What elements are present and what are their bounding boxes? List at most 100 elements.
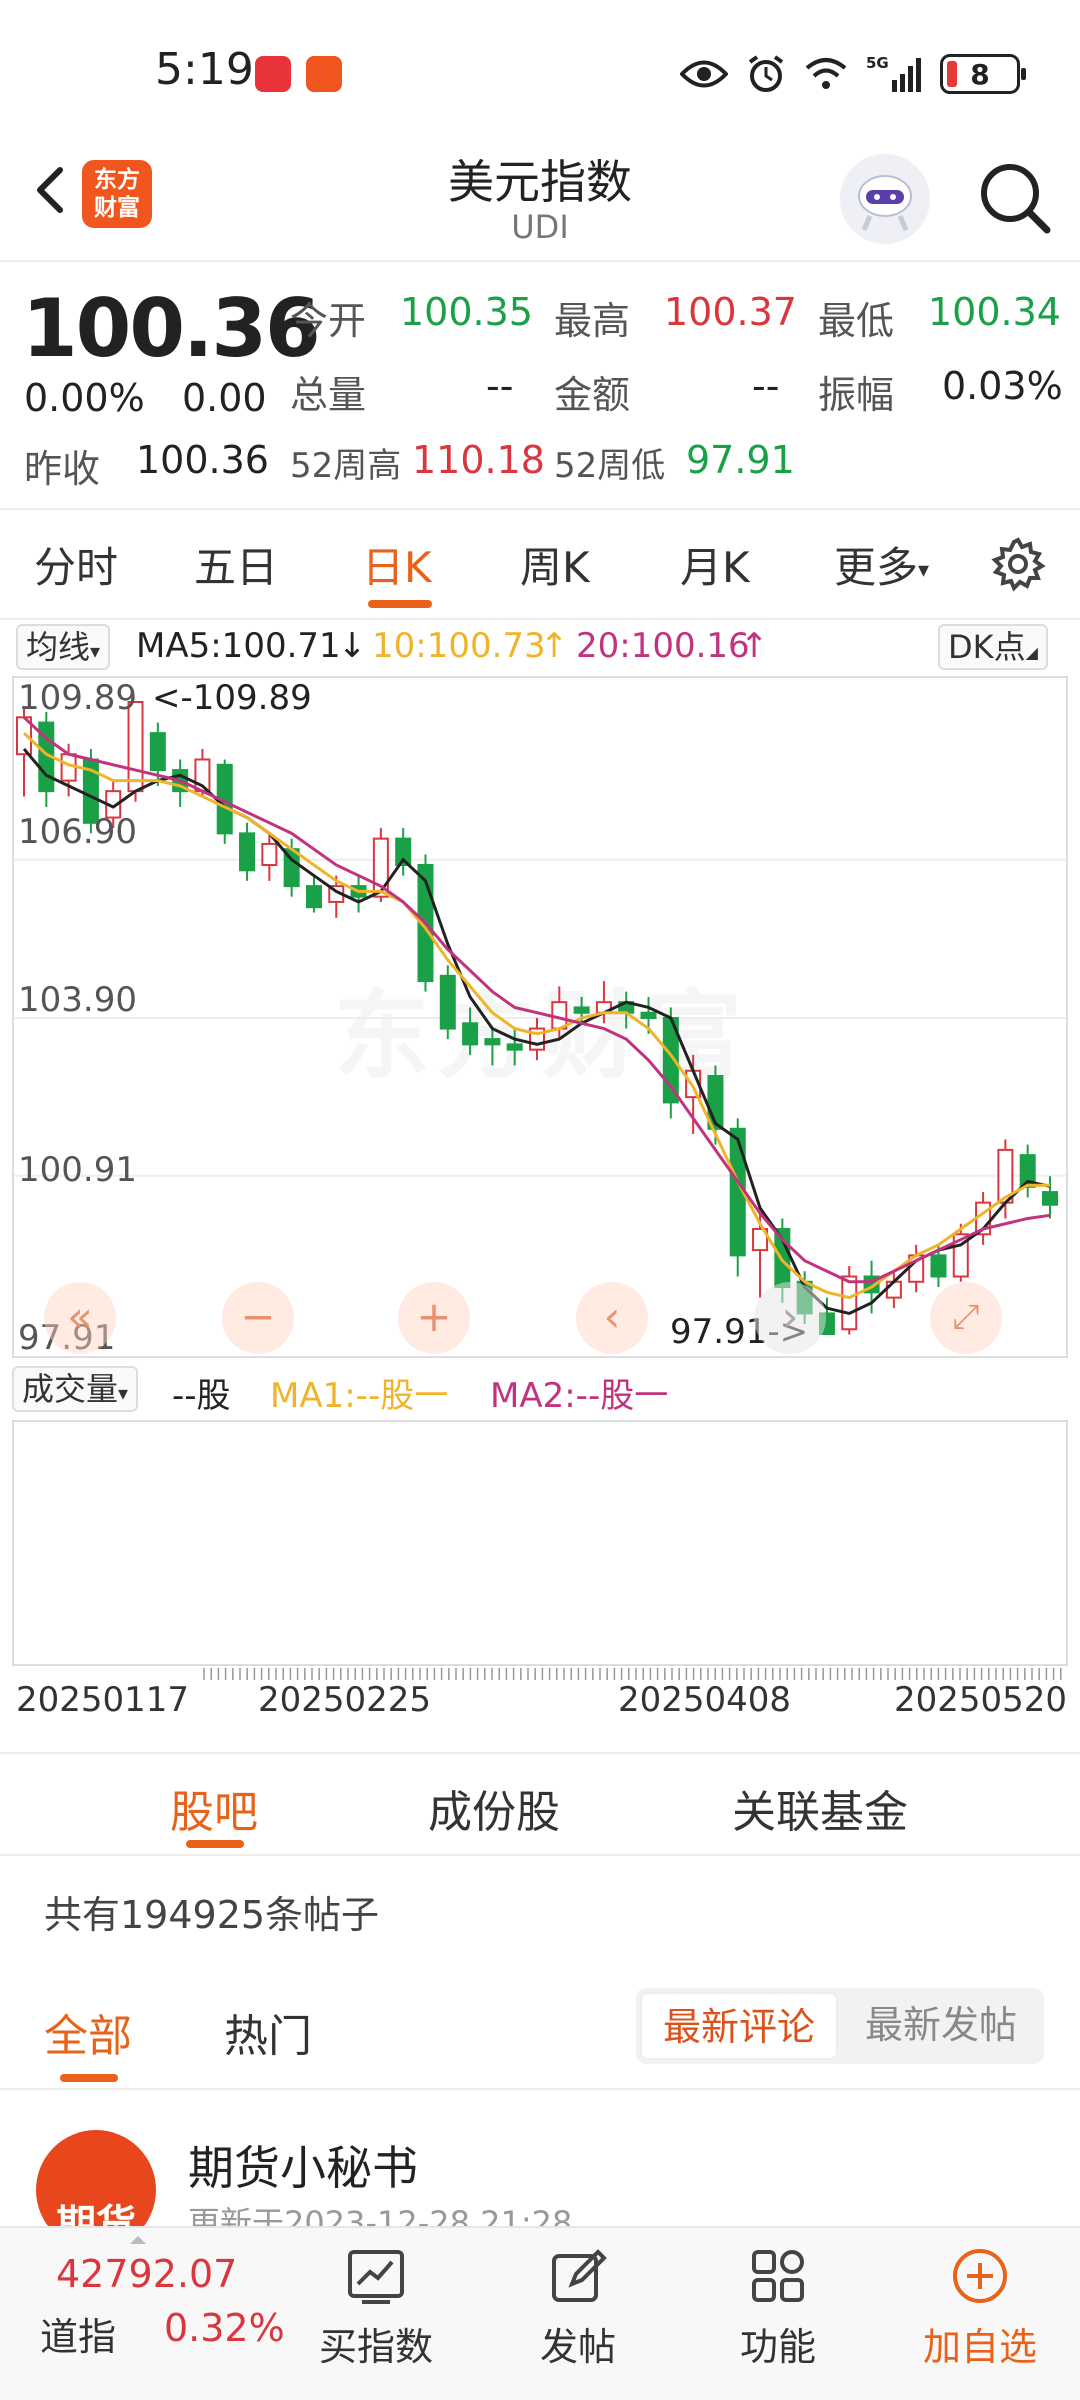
- candle-body: [439, 974, 456, 1030]
- y-tick-label: 103.90: [18, 980, 137, 1020]
- candle-body: [506, 1043, 523, 1051]
- huawei-app-icon: [255, 56, 291, 92]
- scroll-left-button[interactable]: ‹: [576, 1282, 648, 1354]
- signal-5g-icon: 5G: [866, 54, 921, 92]
- sort-toggle: 最新评论 最新发帖: [636, 1988, 1044, 2064]
- battery-icon: 8: [940, 54, 1026, 94]
- dow-jones-ticker[interactable]: 42792.07 道指 0.32%: [0, 2228, 290, 2398]
- zoom-out-button[interactable]: −: [222, 1282, 294, 1354]
- volume-value: --: [486, 364, 514, 408]
- amplitude-value: 0.03%: [942, 364, 1063, 408]
- tab-intraday[interactable]: 分时: [34, 534, 118, 595]
- change-pct: 0.00%: [24, 376, 145, 420]
- y-tick-label: 106.90: [18, 812, 137, 852]
- w52-high-label: 52周高: [290, 446, 402, 486]
- post-author[interactable]: 期货小秘书: [188, 2132, 418, 2198]
- filter-hot[interactable]: 热门: [224, 2000, 312, 2064]
- filter-active-indicator: [60, 2074, 118, 2082]
- candlestick: [439, 965, 456, 1040]
- candlestick: [38, 712, 55, 807]
- nav-add-watchlist[interactable]: 加自选: [910, 2238, 1050, 2378]
- nav-label: 加自选: [922, 2325, 1037, 2369]
- gear-icon[interactable]: [990, 536, 1046, 592]
- dk-point-selector[interactable]: DK点◢: [938, 624, 1048, 670]
- candle-body: [484, 1038, 501, 1046]
- trend-chart-icon: [348, 2250, 404, 2304]
- search-icon[interactable]: [975, 158, 1055, 238]
- section-tabs: 股吧 成份股 关联基金: [0, 1754, 1080, 1856]
- w52-low-value: 97.91: [686, 438, 795, 482]
- alarm-icon: [748, 55, 784, 92]
- candlestick: [350, 875, 367, 913]
- candle-body: [930, 1254, 947, 1278]
- tab-five-day[interactable]: 五日: [194, 534, 278, 595]
- tab-active-indicator: [186, 1840, 244, 1848]
- dropdown-arrow-icon: ▾: [918, 558, 930, 583]
- y-tick-label: 109.89: [18, 678, 137, 718]
- sort-latest-comment[interactable]: 最新评论: [640, 1992, 838, 2060]
- fullscreen-button[interactable]: ⤢: [930, 1282, 1002, 1354]
- ma-selector-label: 均线: [26, 628, 91, 666]
- volume-chart[interactable]: [12, 1420, 1068, 1666]
- ma20-up-arrow-icon: ↑: [740, 626, 769, 666]
- volume-bar: 成交量▾ --股 MA1:--股一 MA2:--股一: [0, 1362, 1080, 1418]
- prev-close-value: 100.36: [136, 438, 269, 482]
- ma-bar: 均线▾ MA5:100.71 ↓ 10:100.73 ↑ 20:100.16 ↑…: [0, 620, 1080, 676]
- avatar[interactable]: 期货: [36, 2130, 156, 2230]
- candlestick: [484, 1028, 501, 1066]
- scroll-start-button[interactable]: «: [44, 1282, 116, 1354]
- corner-arrow-icon: ◢: [1025, 643, 1038, 662]
- battery-level: 8: [970, 57, 990, 91]
- y-tick-label: 100.91: [18, 1150, 137, 1190]
- prev-close-label: 昨收: [24, 447, 101, 491]
- tab-active-indicator: [368, 600, 432, 608]
- vol-ma2: MA2:--股一: [490, 1376, 669, 1416]
- tab-guba[interactable]: 股吧: [170, 1776, 258, 1840]
- wifi-icon: [805, 58, 847, 89]
- scroll-right-button[interactable]: ›: [754, 1282, 826, 1354]
- post-count: 共有194925条帖子: [44, 1893, 380, 1937]
- candlestick: [239, 822, 256, 881]
- volume-selector-label: 成交量: [22, 1370, 119, 1408]
- zoom-in-button[interactable]: +: [398, 1282, 470, 1354]
- nav-label: 买指数: [318, 2325, 433, 2369]
- candle-body: [1042, 1191, 1058, 1206]
- nav-buy-index[interactable]: 买指数: [306, 2238, 446, 2378]
- quote-panel: 100.36 0.00% 0.00 昨收 100.36 今开 100.35 最高…: [0, 262, 1080, 510]
- candle-body: [149, 732, 166, 772]
- tab-related-funds[interactable]: 关联基金: [732, 1776, 908, 1840]
- period-tabs: 分时 五日 日K 周K 月K 更多▾: [0, 512, 1080, 620]
- candle-body: [261, 842, 278, 867]
- tab-monthly-k[interactable]: 月K: [680, 534, 750, 595]
- candle-body: [462, 1022, 479, 1046]
- candlestick: [841, 1265, 858, 1335]
- tab-daily-k[interactable]: 日K: [362, 534, 432, 595]
- filter-all[interactable]: 全部: [44, 2000, 132, 2064]
- date-ticks: [203, 1668, 1062, 1680]
- tab-weekly-k[interactable]: 周K: [520, 534, 590, 595]
- list-item[interactable]: 期货 期货小秘书 更新于2023-12-28 21:28: [0, 2090, 1080, 2230]
- ma-selector[interactable]: 均线▾: [16, 624, 111, 670]
- w52-high-value: 110.18: [412, 438, 545, 482]
- grid-icon: [752, 2250, 804, 2302]
- max-price-annotation: <-109.89: [152, 678, 312, 718]
- tab-more[interactable]: 更多▾: [834, 534, 929, 595]
- nav-functions[interactable]: 功能: [708, 2238, 848, 2378]
- tab-constituents[interactable]: 成份股: [428, 1776, 560, 1840]
- volume-label: 总量: [290, 373, 367, 417]
- eastmoney-app-icon: [306, 56, 342, 92]
- dropdown-arrow-icon: ▾: [90, 639, 101, 663]
- edit-icon: [552, 2249, 607, 2302]
- candle-body: [305, 885, 322, 909]
- open-label: 今开: [290, 299, 367, 343]
- header: 东方 财富 美元指数 UDI: [0, 140, 1080, 262]
- kline-chart[interactable]: 东方财富 109.89 106.90 103.90 100.91 97.91 <…: [12, 676, 1068, 1358]
- filter-row: 全部 热门 最新评论 最新发帖: [0, 1976, 1080, 2090]
- sort-latest-post[interactable]: 最新发帖: [842, 1992, 1040, 2060]
- tab-more-label: 更多: [834, 543, 919, 592]
- candle-body: [239, 832, 256, 872]
- nav-post[interactable]: 发帖: [508, 2238, 648, 2378]
- volume-selector[interactable]: 成交量▾: [12, 1366, 139, 1412]
- ma10-up-arrow-icon: ↑: [540, 626, 569, 666]
- robot-assistant-icon[interactable]: [840, 154, 930, 244]
